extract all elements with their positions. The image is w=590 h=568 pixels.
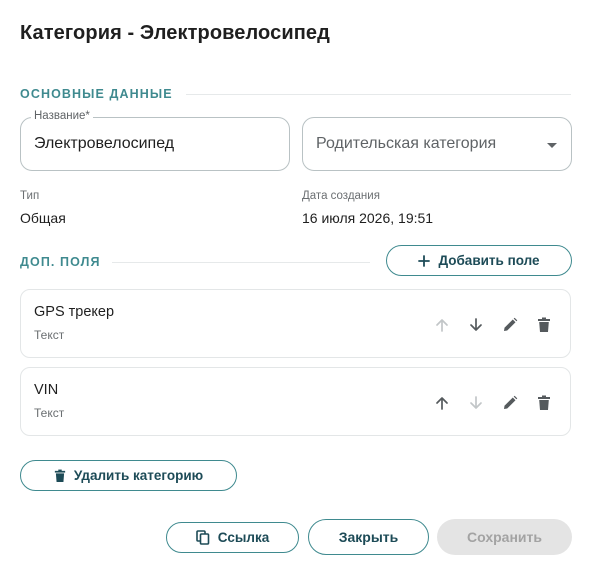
field-type: Текст [34, 328, 65, 342]
name-field-value[interactable]: Электровелосипед [34, 135, 174, 153]
name-field[interactable]: Название* Электровелосипед [20, 110, 290, 171]
extra-fields-heading: ДОП. ПОЛЯ [20, 255, 101, 269]
field-card: GPS трекер Текст [20, 289, 571, 358]
basic-section-divider [186, 94, 571, 95]
field-card: VIN Текст [20, 367, 571, 436]
delete-category-label: Удалить категорию [73, 468, 204, 483]
trash-icon[interactable] [533, 392, 554, 413]
parent-category-placeholder: Родительская категория [316, 135, 497, 152]
arrow-down-icon[interactable] [465, 314, 486, 335]
copy-icon [195, 530, 210, 545]
add-field-button[interactable]: Добавить поле [386, 245, 572, 276]
save-button: Сохранить [437, 519, 572, 555]
copy-link-label: Ссылка [217, 530, 270, 545]
edit-pencil-icon[interactable] [499, 392, 520, 413]
created-date-label: Дата создания [302, 190, 380, 202]
parent-category-select[interactable]: Родительская категория [302, 117, 572, 171]
field-name: GPS трекер [34, 304, 115, 320]
extra-fields-divider [112, 262, 370, 263]
trash-icon[interactable] [533, 314, 554, 335]
name-field-label: Название* [31, 110, 93, 122]
plus-icon [418, 254, 431, 267]
add-field-label: Добавить поле [438, 253, 540, 268]
created-date-value: 16 июля 2026, 19:51 [302, 210, 434, 226]
trash-icon [54, 469, 65, 482]
delete-category-button[interactable]: Удалить категорию [20, 460, 237, 491]
edit-pencil-icon[interactable] [499, 314, 520, 335]
save-label: Сохранить [467, 529, 542, 545]
arrow-up-icon[interactable] [431, 392, 452, 413]
type-label: Тип [20, 190, 40, 202]
field-type: Текст [34, 406, 65, 420]
basic-section-heading: ОСНОВНЫЕ ДАННЫЕ [20, 87, 173, 101]
category-dialog: Категория - Электровелосипед ОСНОВНЫЕ ДА… [0, 0, 590, 568]
close-button[interactable]: Закрыть [308, 519, 429, 555]
arrow-up-icon [431, 314, 452, 335]
field-name: VIN [34, 382, 59, 398]
arrow-down-icon [465, 392, 486, 413]
dialog-title: Категория - Электровелосипед [20, 22, 330, 44]
chevron-down-icon[interactable] [547, 143, 557, 148]
type-value: Общая [20, 210, 66, 226]
copy-link-button[interactable]: Ссылка [166, 522, 299, 553]
close-label: Закрыть [338, 529, 399, 545]
